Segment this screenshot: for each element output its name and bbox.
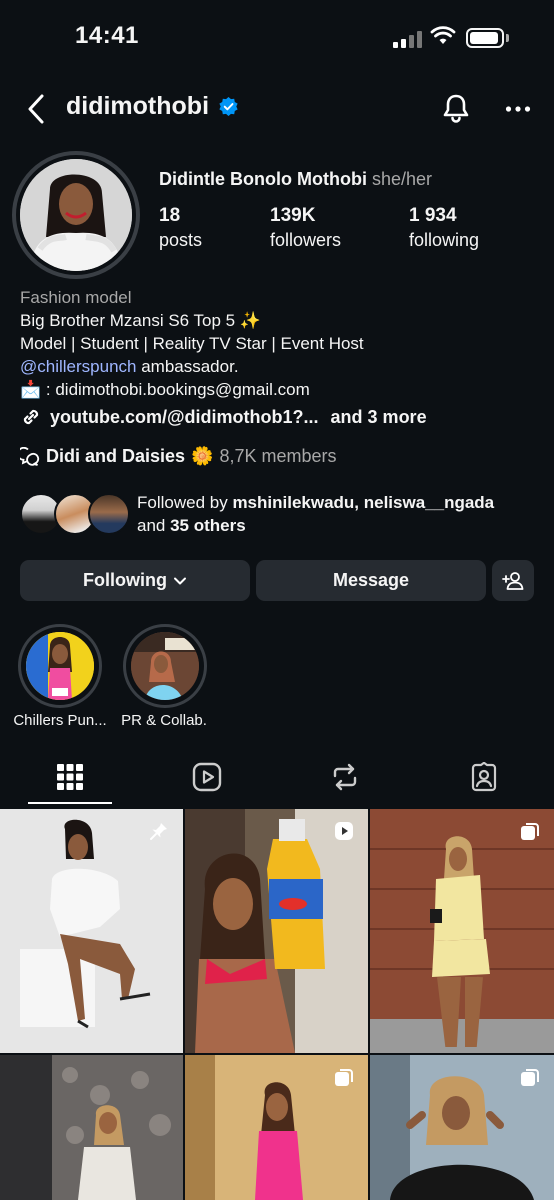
pronouns: she/her (371, 169, 432, 189)
bio-link-url[interactable]: youtube.com/@didimothob1?... (50, 407, 319, 428)
bio-mention-link[interactable]: @chillerspunch (20, 357, 136, 376)
flower-emoji: 🌼 (191, 446, 214, 466)
channel-members: 8,7K members (219, 446, 337, 466)
post-thumbnail[interactable] (0, 1055, 183, 1200)
followed-by-and: and (137, 516, 171, 535)
message-button[interactable]: Message (256, 560, 486, 601)
stat-following-label: following (409, 230, 480, 250)
followed-by-text[interactable]: Followed by mshinilekwadu, neliswa__ngad… (137, 491, 494, 537)
full-name-text: Didintle Bonolo Mothobi (159, 169, 367, 189)
channel-chat-icon (20, 446, 40, 466)
profile-full-name: Didintle Bonolo Mothobi she/her (159, 169, 432, 190)
stat-followers[interactable]: 139K followers (270, 205, 341, 251)
post-thumbnail[interactable] (370, 809, 554, 1053)
bio-line: 📩 : didimothobi.bookings@gmail.com (20, 378, 310, 401)
followed-by-others: 35 others (170, 516, 246, 535)
stat-posts-value: 18 (159, 205, 181, 226)
profile-username: didimothobi (66, 92, 210, 120)
avatar (88, 493, 130, 535)
highlight-chillers-punch[interactable] (18, 624, 102, 708)
stat-followers-label: followers (270, 230, 342, 250)
pinned-icon (150, 823, 167, 840)
message-label: Message (332, 570, 410, 590)
followed-by-names: mshinilekwadu, neliswa__ngada (232, 493, 495, 512)
tab-tagged-icon[interactable] (469, 762, 499, 792)
stat-following[interactable]: 1 934 following (409, 205, 479, 251)
following-button[interactable]: Following (20, 560, 250, 601)
verified-badge-icon (219, 97, 238, 116)
bio-links[interactable]: youtube.com/@didimothob1?... and 3 more (20, 406, 427, 428)
bio-link-more[interactable]: and 3 more (331, 407, 427, 428)
notifications-bell-icon[interactable] (440, 92, 472, 124)
profile-avatar[interactable] (20, 159, 132, 271)
suggested-people-button[interactable] (492, 560, 534, 601)
reel-icon (335, 822, 353, 840)
more-options-icon[interactable] (505, 105, 531, 113)
wifi-icon (430, 26, 456, 44)
carousel-icon (521, 1069, 539, 1086)
tab-reels-icon[interactable] (192, 762, 222, 792)
stat-following-value: 1 934 (409, 205, 457, 226)
stat-posts-label: posts (159, 230, 203, 250)
stat-posts[interactable]: 18 posts (159, 205, 202, 251)
chevron-down-icon (173, 577, 186, 584)
following-label: Following (83, 570, 167, 590)
back-arrow-icon[interactable] (24, 92, 48, 126)
mutual-followers-avatars[interactable] (20, 493, 130, 537)
carousel-icon (521, 823, 539, 840)
bio-line: Big Brother Mzansi S6 Top 5 ✨ (20, 311, 262, 330)
bio-email: : didimothobi.bookings@gmail.com (41, 380, 310, 399)
tab-reposts-icon[interactable] (330, 762, 360, 792)
link-icon (23, 409, 39, 425)
post-thumbnail[interactable] (370, 1055, 554, 1200)
highlight-cover (26, 632, 94, 700)
bio-line: @chillerspunch ambassador. (20, 355, 239, 378)
channel-name: Didi and Daisies (46, 446, 186, 466)
battery-tip (506, 34, 509, 42)
cellular-signal-icon (393, 30, 423, 48)
highlight-label: Chillers Pun... (13, 712, 107, 729)
battery-icon (466, 28, 504, 48)
tab-posts-grid-icon[interactable] (55, 762, 85, 792)
profile-category: Fashion model (20, 288, 132, 307)
post-thumbnail[interactable] (185, 809, 368, 1053)
envelope-icon: 📩 (20, 380, 42, 399)
broadcast-channel[interactable]: Didi and Daisies 🌼 8,7K members (20, 446, 337, 467)
post-thumbnail[interactable] (0, 809, 183, 1053)
add-person-icon (502, 571, 524, 590)
post-thumbnail[interactable] (185, 1055, 368, 1200)
followed-by-prefix: Followed by (137, 493, 233, 512)
carousel-icon (335, 1069, 353, 1086)
highlight-cover (131, 632, 199, 700)
bio-text: ambassador. (136, 357, 239, 376)
stat-followers-value: 139K (270, 205, 316, 226)
status-time: 14:41 (75, 22, 139, 49)
highlight-label: PR & Collab. (121, 712, 207, 729)
active-tab-indicator (28, 802, 112, 804)
bio-line: Model | Student | Reality TV Star | Even… (20, 334, 364, 353)
highlight-pr-collab[interactable] (123, 624, 207, 708)
